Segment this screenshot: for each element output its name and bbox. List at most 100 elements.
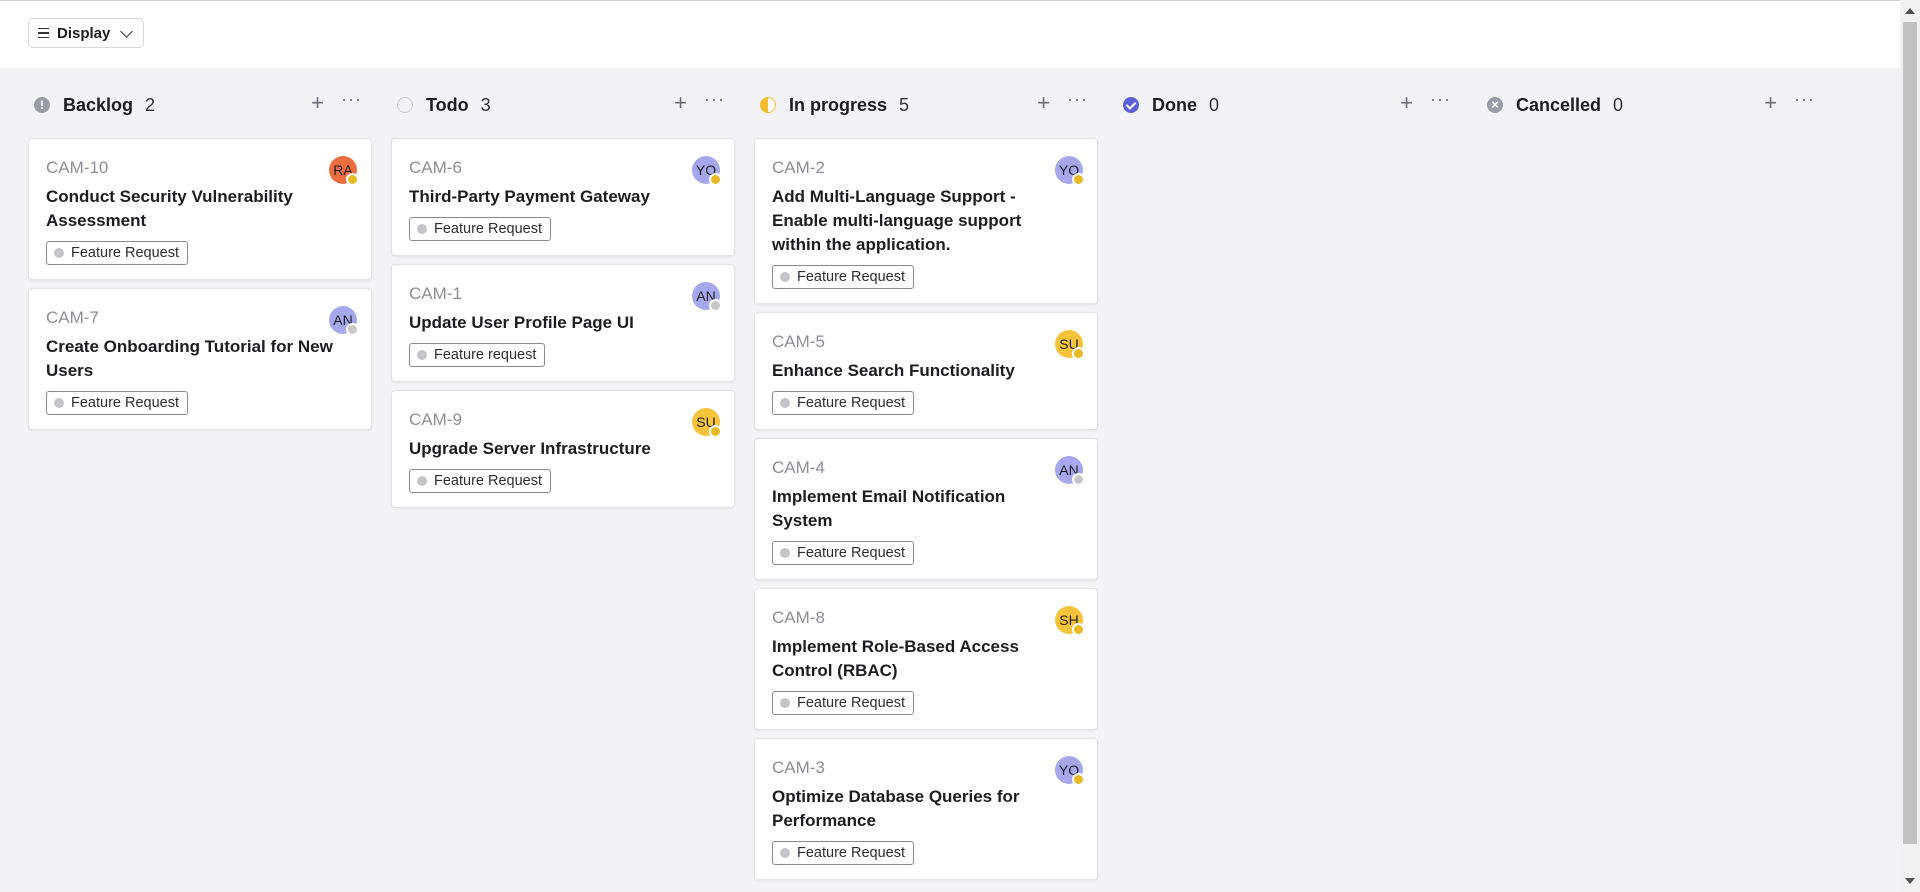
issue-id: CAM-2 [772,158,825,177]
issue-title: Optimize Database Queries for Performanc… [772,787,1020,830]
issue-card[interactable]: CAM-10 Conduct Security Vulnerability As… [28,138,372,280]
add-issue-button[interactable]: + [1400,92,1413,114]
label-text: Feature Request [434,473,543,489]
issue-label[interactable]: Feature Request [772,691,915,715]
assignee-avatar[interactable]: AN [329,306,359,336]
issue-card[interactable]: CAM-4 Implement Email Notification Syste… [754,438,1098,580]
issue-label[interactable]: Feature Request [409,469,552,493]
column-in-progress: In progress 5 + ··· CAM-2 Add Multi-Lang… [754,90,1100,888]
label-text: Feature Request [797,845,906,861]
label-dot-icon [780,398,790,408]
issue-title: Implement Role-Based Access Control (RBA… [772,637,1019,680]
column-title: Todo [426,94,469,115]
assignee-avatar[interactable]: YO [1055,156,1085,186]
issue-card[interactable]: CAM-9 Upgrade Server Infrastructure Feat… [391,390,735,508]
issue-title: Conduct Security Vulnerability Assessmen… [46,187,293,230]
display-button[interactable]: Display [28,18,145,48]
issue-card[interactable]: CAM-5 Enhance Search Functionality Featu… [754,312,1098,430]
presence-status-icon [1072,773,1085,786]
assignee-avatar[interactable]: AN [1055,456,1085,486]
assignee-avatar[interactable]: SU [1055,330,1085,360]
label-text: Feature Request [797,395,906,411]
assignee-avatar[interactable]: YO [1055,756,1085,786]
issue-id: CAM-3 [772,758,825,777]
issue-label[interactable]: Feature Request [772,265,915,289]
more-options-button[interactable]: ··· [1067,90,1088,108]
issue-id: CAM-9 [409,410,462,429]
add-issue-button[interactable]: + [1764,92,1777,114]
column-title: Backlog [63,94,134,115]
presence-status-icon [709,425,722,438]
in-progress-icon [760,97,776,113]
column-done: Done 0 + ··· [1117,90,1463,138]
column-count: 3 [480,94,491,115]
issue-id: CAM-8 [772,608,825,627]
scroll-up-arrow-icon[interactable] [1905,8,1915,14]
issue-card[interactable]: CAM-2 Add Multi-Language Support - Enabl… [754,138,1098,304]
scrollbar-thumb[interactable] [1903,22,1917,844]
label-dot-icon [417,476,427,486]
issue-card[interactable]: CAM-3 Optimize Database Queries for Perf… [754,738,1098,880]
column-title: In progress [789,94,888,115]
label-text: Feature request [434,347,537,363]
issue-label[interactable]: Feature request [409,343,546,367]
label-text: Feature Request [797,269,906,285]
issue-label[interactable]: Feature Request [772,841,915,865]
issue-label[interactable]: Feature Request [772,541,915,565]
assignee-avatar[interactable]: RA [329,156,359,186]
more-options-button[interactable]: ··· [1794,90,1815,108]
more-options-button[interactable]: ··· [341,90,362,108]
presence-status-icon [346,323,359,336]
assignee-avatar[interactable]: SH [1055,606,1085,636]
more-options-button[interactable]: ··· [1430,90,1451,108]
card-list: CAM-10 Conduct Security Vulnerability As… [28,138,374,430]
issue-label[interactable]: Feature Request [772,391,915,415]
label-dot-icon [54,398,64,408]
issue-title: Create Onboarding Tutorial for New Users [46,337,333,380]
column-count: 2 [145,94,156,115]
presence-status-icon [709,299,722,312]
add-issue-button[interactable]: + [674,92,687,114]
issue-card[interactable]: CAM-1 Update User Profile Page UI Featur… [391,264,735,382]
scroll-down-arrow-icon[interactable] [1905,878,1915,884]
column-header: Cancelled 0 + ··· [1481,90,1827,120]
issue-id: CAM-10 [46,158,109,177]
issue-card[interactable]: CAM-7 Create Onboarding Tutorial for New… [28,288,372,430]
presence-status-icon [1072,347,1085,360]
assignee-avatar[interactable]: SU [692,408,722,438]
add-issue-button[interactable]: + [1037,92,1050,114]
backlog-icon [34,97,50,113]
issue-id: CAM-7 [46,308,99,327]
column-title: Cancelled [1516,94,1602,115]
issue-id: CAM-6 [409,158,462,177]
issue-label[interactable]: Feature Request [46,241,189,265]
label-dot-icon [54,248,64,258]
vertical-scrollbar[interactable] [1900,0,1920,892]
done-icon [1123,97,1139,113]
issue-title: Implement Email Notification System [772,487,1006,530]
label-dot-icon [417,350,427,360]
more-options-button[interactable]: ··· [704,90,725,108]
presence-status-icon [1072,173,1085,186]
presence-status-icon [709,173,722,186]
label-dot-icon [417,224,427,234]
assignee-avatar[interactable]: AN [692,282,722,312]
label-text: Feature Request [71,395,180,411]
issue-id: CAM-1 [409,284,462,303]
list-icon [38,27,49,39]
column-title: Done [1152,94,1197,115]
issue-label[interactable]: Feature Request [46,391,189,415]
top-toolbar: Display [0,0,1900,68]
chevron-down-icon [120,24,134,38]
column-count: 0 [1613,94,1624,115]
column-todo: Todo 3 + ··· CAM-6 Third-Party Payment G… [391,90,737,516]
issue-id: CAM-4 [772,458,825,477]
column-cancelled: Cancelled 0 + ··· [1481,90,1827,138]
issue-card[interactable]: CAM-8 Implement Role-Based Access Contro… [754,588,1098,730]
issue-card[interactable]: CAM-6 Third-Party Payment Gateway Featur… [391,138,735,256]
column-header: Done 0 + ··· [1117,90,1463,120]
add-issue-button[interactable]: + [311,92,324,114]
issue-title: Third-Party Payment Gateway [409,187,650,206]
issue-label[interactable]: Feature Request [409,217,552,241]
assignee-avatar[interactable]: YO [692,156,722,186]
